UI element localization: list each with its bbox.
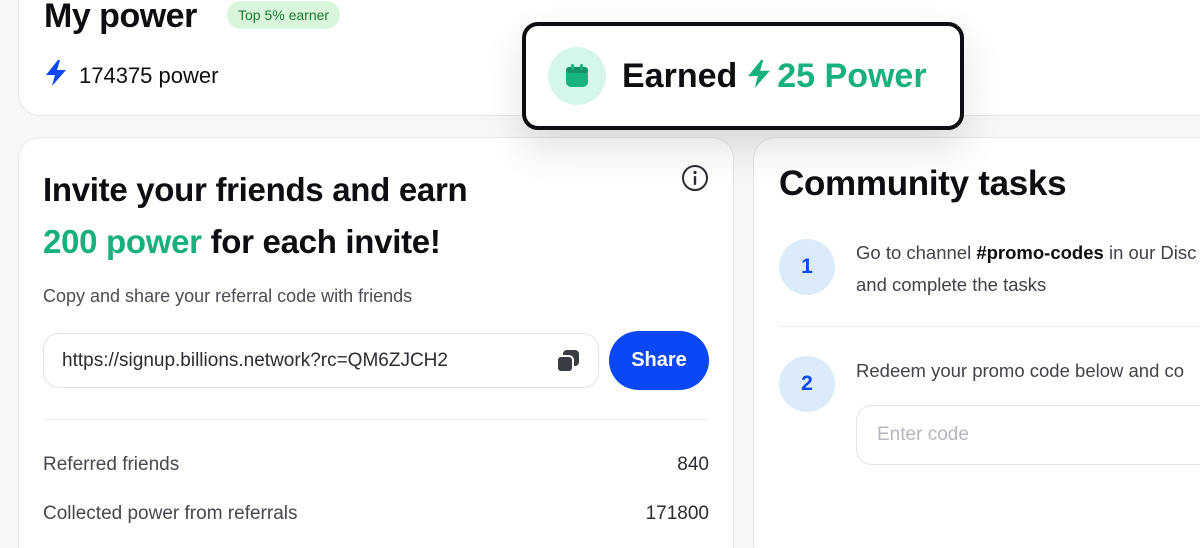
stat-label: Collected power from referrals <box>43 503 298 524</box>
invite-subtitle: Copy and share your referral code with f… <box>43 286 413 306</box>
referral-link-field[interactable]: https://signup.billions.network?rc=QM6ZJ… <box>43 333 599 388</box>
promo-code-input[interactable]: Enter code <box>856 405 1200 465</box>
invite-card: Invite your friends and earn 200 power f… <box>18 137 734 548</box>
info-icon[interactable] <box>681 164 709 197</box>
copy-icon[interactable] <box>556 349 580 379</box>
my-power-title: My power <box>44 0 197 35</box>
earned-toast: Earned 25 Power <box>522 22 964 130</box>
divider <box>43 419 709 420</box>
toast-value: 25 Power <box>777 56 927 95</box>
step-1-suffix: in our Disc <box>1103 242 1197 263</box>
share-button[interactable]: Share <box>609 331 709 390</box>
page: My power Top 5% earner 174375 power Earn… <box>0 0 1200 548</box>
step-1-line2: and complete the tasks <box>856 274 1047 295</box>
stat-collected-power: Collected power from referrals 171800 <box>43 503 709 525</box>
referral-link-text: https://signup.billions.network?rc=QM6ZJ… <box>62 349 448 371</box>
invite-reward-amount: 200 power <box>43 223 202 260</box>
toast-earned-label: Earned <box>622 56 738 95</box>
step-number: 2 <box>779 356 835 412</box>
invite-heading-rest: for each invite! <box>201 223 441 260</box>
lightning-bolt-icon <box>45 60 67 91</box>
step-1-text: Go to channel #promo-codes in our Disc a… <box>856 237 1196 301</box>
earner-badge: Top 5% earner <box>227 1 341 29</box>
invite-heading: Invite your friends and earn 200 power f… <box>43 164 643 268</box>
lightning-bolt-icon <box>747 59 771 94</box>
promo-codes-channel[interactable]: #promo-codes <box>976 242 1103 263</box>
step-1-prefix: Go to channel <box>856 242 977 263</box>
step-number: 1 <box>779 239 835 295</box>
community-tasks-card: Community tasks 1 Go to channel #promo-c… <box>753 137 1200 548</box>
stat-label: Referred friends <box>43 454 180 475</box>
divider <box>779 326 1200 327</box>
power-balance: 174375 power <box>45 60 218 91</box>
stat-value: 171800 <box>645 503 709 524</box>
community-title: Community tasks <box>779 164 1067 203</box>
step-2-text: Redeem your promo code below and co <box>856 360 1185 381</box>
stat-referred-friends: Referred friends 840 <box>43 454 709 476</box>
calendar-icon <box>548 47 606 105</box>
stat-value: 840 <box>677 454 709 475</box>
power-value: 174375 power <box>79 62 219 88</box>
invite-heading-line1: Invite your friends and earn <box>43 171 468 208</box>
